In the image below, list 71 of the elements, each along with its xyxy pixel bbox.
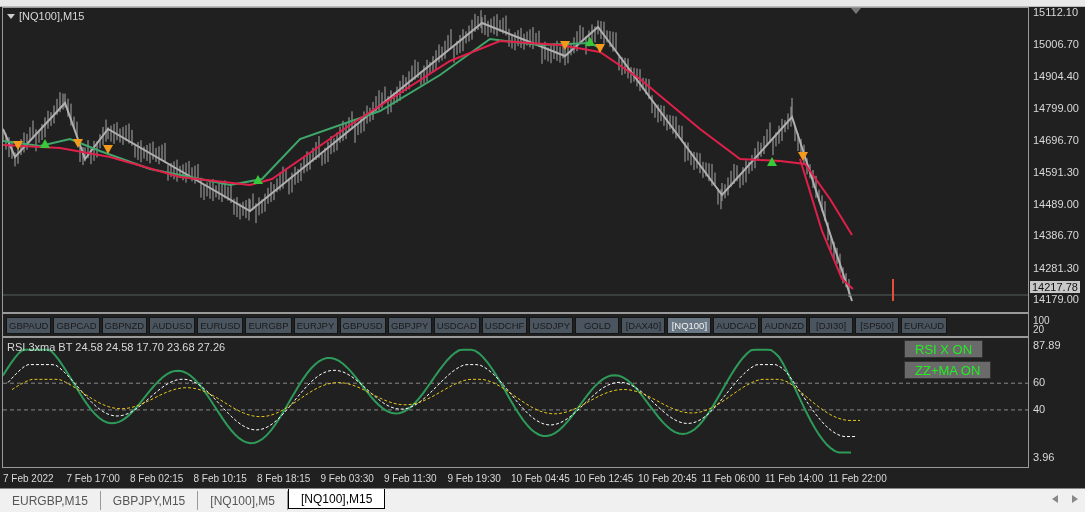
price-label: 14281.30 [1033,261,1079,274]
symbol-button[interactable]: [SP500] [855,316,900,334]
symbol-button[interactable]: AUDUSD [149,316,196,334]
down-arrow-icon [103,145,113,154]
toggle-button[interactable]: ZZ+MA ON [904,361,992,379]
time-label: 10 Feb 04:45 [511,472,571,484]
time-label: 10 Feb 12:45 [574,472,635,484]
time-label: 9 Feb 19:30 [447,472,502,484]
price-label: 14179.00 [1033,293,1079,305]
price-label: 14696.70 [1033,133,1079,146]
time-label: 11 Feb 14:00 [765,472,825,484]
symbol-button[interactable]: EURJPY [293,316,338,334]
symbol-button[interactable]: EURUSD [197,316,244,334]
time-label: 8 Feb 02:15 [130,472,185,484]
time-label: 11 Feb 06:00 [701,472,761,484]
price-label: 15112.10 [1033,6,1079,18]
time-label: 7 Feb 17:00 [66,472,121,484]
symbol-button[interactable]: GBPUSD [339,316,386,334]
time-label: 8 Feb 10:15 [193,472,248,484]
symbol-button[interactable]: [NQ100] [667,316,712,334]
symbol-button[interactable]: [DAX40] [621,316,666,334]
chart-tab[interactable]: EURGBP,M15 [0,491,101,510]
symbol-button[interactable]: USDCHF [481,316,528,334]
symbol-button[interactable]: GBPJPY [387,316,432,334]
down-arrow-icon [13,141,23,150]
up-arrow-icon [40,139,50,148]
symbol-button[interactable]: USDJPY [529,316,574,334]
dropdown-triangle-icon[interactable] [7,13,15,19]
symbol-button[interactable]: GBPCAD [53,316,100,334]
scroll-left-icon[interactable] [1052,495,1058,503]
up-arrow-icon [253,175,263,184]
symbol-button[interactable]: GOLD [575,316,620,334]
down-arrow-icon [560,41,570,50]
symbol-button[interactable]: GBPNZD [101,316,148,334]
price-label: 14386.70 [1033,229,1079,242]
symbol-button[interactable]: AUDCAD [713,316,760,334]
rsi-scale-label: 87.89 [1033,339,1061,351]
price-label: 14591.30 [1033,166,1079,179]
price-label: 14799.00 [1033,102,1079,115]
time-label: 9 Feb 03:30 [320,472,375,484]
price-label: 14489.00 [1033,197,1079,210]
down-arrow-icon [73,139,83,148]
symbol-button[interactable]: EURAUD [901,316,948,334]
up-arrow-icon [585,37,595,46]
scroll-right-icon[interactable] [1072,495,1078,503]
time-label: 10 Feb 20:45 [638,472,698,484]
down-arrow-icon [798,152,808,161]
time-label: 7 Feb 2022 [3,472,55,484]
price-label: 15006.70 [1033,38,1079,51]
symbol-button[interactable]: GBPAUD [6,316,52,334]
time-label: 9 Feb 11:30 [384,472,438,484]
price-label: 14904.40 [1033,69,1079,82]
chart-tab[interactable]: GBPJPY,M15 [100,491,199,510]
rsi-scale-label: 3.96 [1033,451,1055,463]
time-label: 8 Feb 18:15 [257,472,312,484]
down-arrow-icon [595,44,605,53]
toggle-button[interactable]: RSI X ON [904,340,984,358]
scale-label: 20 [1033,325,1045,334]
symbol-button[interactable]: [DJI30] [809,316,854,334]
scale-label: 100 [1033,316,1051,325]
chart-tab[interactable]: [NQ100],M15 [288,489,386,509]
symbol-button[interactable]: USDCAD [433,316,480,334]
symbol-button[interactable]: AUDNZD [761,316,808,334]
rsi-scale-label: 60 [1033,376,1046,389]
tick-marker [892,279,894,301]
chart-title: [NQ100],M15 [19,10,85,22]
rsi-scale-label: 40 [1033,402,1046,415]
current-price-label: 14217.78 [1030,281,1080,294]
time-label: 11 Feb 22:00 [828,472,888,484]
up-arrow-icon [767,157,777,166]
symbol-button[interactable]: EURGBP [245,316,292,334]
